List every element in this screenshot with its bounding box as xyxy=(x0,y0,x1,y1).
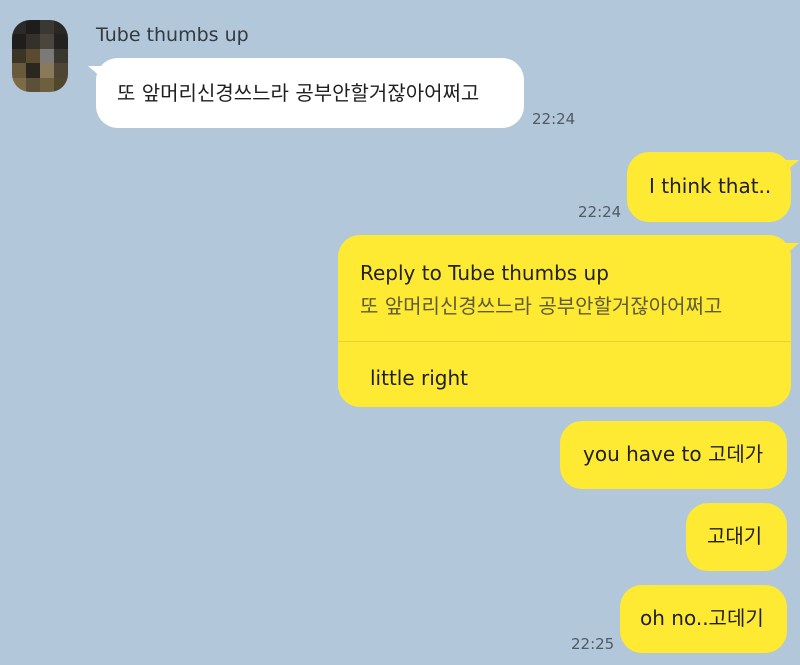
outgoing-message-bubble[interactable]: 고대기 xyxy=(686,503,787,571)
avatar[interactable] xyxy=(12,20,68,92)
incoming-message-text: 또 앞머리신경쓰느라 공부안할거잖아어쩌고 xyxy=(117,81,480,105)
outgoing-message-time: 22:24 xyxy=(578,203,622,221)
reply-message-text: little right xyxy=(370,366,469,390)
sender-name: Tube thumbs up xyxy=(96,24,249,46)
reply-message-bubble[interactable]: Reply to Tube thumbs up 또 앞머리신경쓰느라 공부안할거… xyxy=(338,235,799,407)
outgoing-message-text: oh no..고데기 xyxy=(640,606,764,630)
reply-divider xyxy=(338,341,791,342)
outgoing-message-time: 22:25 xyxy=(571,635,615,653)
incoming-message-time: 22:24 xyxy=(532,110,576,128)
reply-quoted-text[interactable]: 또 앞머리신경쓰느라 공부안할거잖아어쩌고 xyxy=(360,294,722,318)
outgoing-message-text: 고대기 xyxy=(707,524,763,548)
incoming-message-bubble[interactable]: 또 앞머리신경쓰느라 공부안할거잖아어쩌고 xyxy=(88,58,524,128)
outgoing-message-text: I think that.. xyxy=(649,174,772,198)
reply-to-label: Reply to Tube thumbs up xyxy=(360,261,609,285)
outgoing-message-text: you have to 고데가 xyxy=(583,442,764,466)
outgoing-message-bubble[interactable]: I think that.. xyxy=(627,152,799,222)
outgoing-message-bubble[interactable]: you have to 고데가 xyxy=(560,421,787,489)
outgoing-message-bubble[interactable]: oh no..고데기 xyxy=(620,585,787,653)
